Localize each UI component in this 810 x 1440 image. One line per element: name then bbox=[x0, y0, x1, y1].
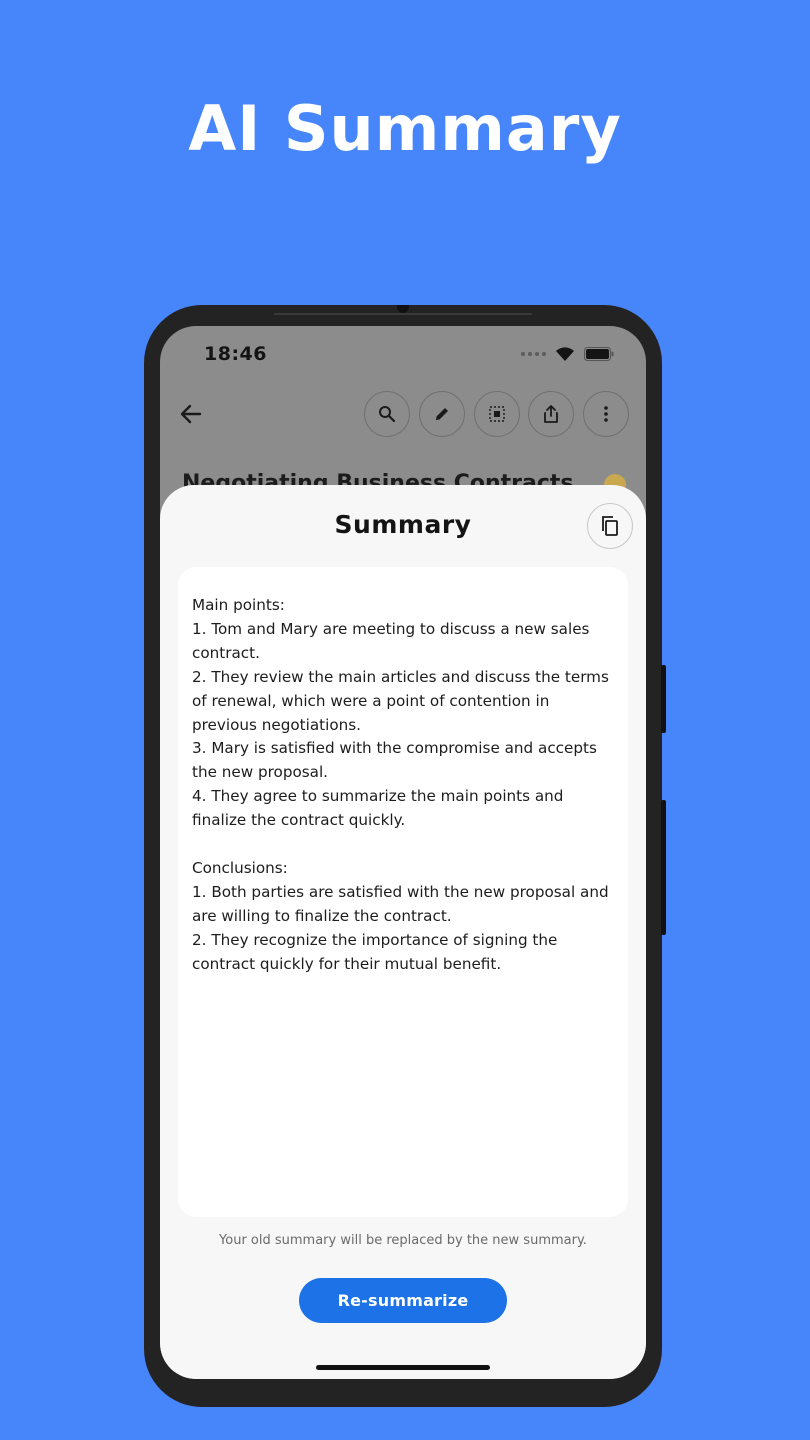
select-icon bbox=[489, 406, 505, 422]
summary-text: Main points: 1. Tom and Mary are meeting… bbox=[192, 596, 609, 973]
share-icon bbox=[544, 405, 558, 423]
phone-side-button bbox=[661, 665, 666, 733]
select-button[interactable] bbox=[474, 391, 520, 437]
phone-frame: 18:46 Negotiating Business Contracts Sum… bbox=[144, 305, 666, 1407]
share-button[interactable] bbox=[528, 391, 574, 437]
sheet-title: Summary bbox=[334, 510, 472, 539]
copy-button[interactable] bbox=[587, 503, 633, 549]
earpiece bbox=[397, 305, 409, 313]
replace-notice: Your old summary will be replaced by the… bbox=[219, 1233, 587, 1248]
home-indicator[interactable] bbox=[316, 1365, 490, 1370]
phone-volume-button bbox=[661, 800, 666, 935]
copy-icon bbox=[602, 516, 618, 536]
more-button[interactable] bbox=[583, 391, 629, 437]
status-icons bbox=[521, 346, 614, 362]
status-bar: 18:46 bbox=[160, 326, 646, 386]
phone-screen: 18:46 Negotiating Business Contracts Sum… bbox=[160, 326, 646, 1379]
back-arrow-icon[interactable] bbox=[178, 401, 204, 427]
summary-card: Main points: 1. Tom and Mary are meeting… bbox=[178, 567, 628, 1217]
toolbar bbox=[160, 389, 646, 439]
cell-signal-icon bbox=[521, 352, 546, 356]
battery-icon bbox=[584, 347, 614, 361]
pencil-icon bbox=[436, 408, 448, 420]
status-time: 18:46 bbox=[204, 343, 267, 365]
search-button[interactable] bbox=[364, 391, 410, 437]
edit-button[interactable] bbox=[419, 391, 465, 437]
search-icon bbox=[379, 406, 396, 423]
more-vertical-icon bbox=[604, 406, 608, 422]
summary-sheet: Summary Main points: 1. Tom and Mary are… bbox=[160, 485, 646, 1379]
hero-title: AI Summary bbox=[188, 92, 622, 165]
phone-top-edge bbox=[274, 313, 532, 315]
resummarize-button[interactable]: Re-summarize bbox=[299, 1278, 507, 1323]
wifi-icon bbox=[556, 347, 574, 361]
